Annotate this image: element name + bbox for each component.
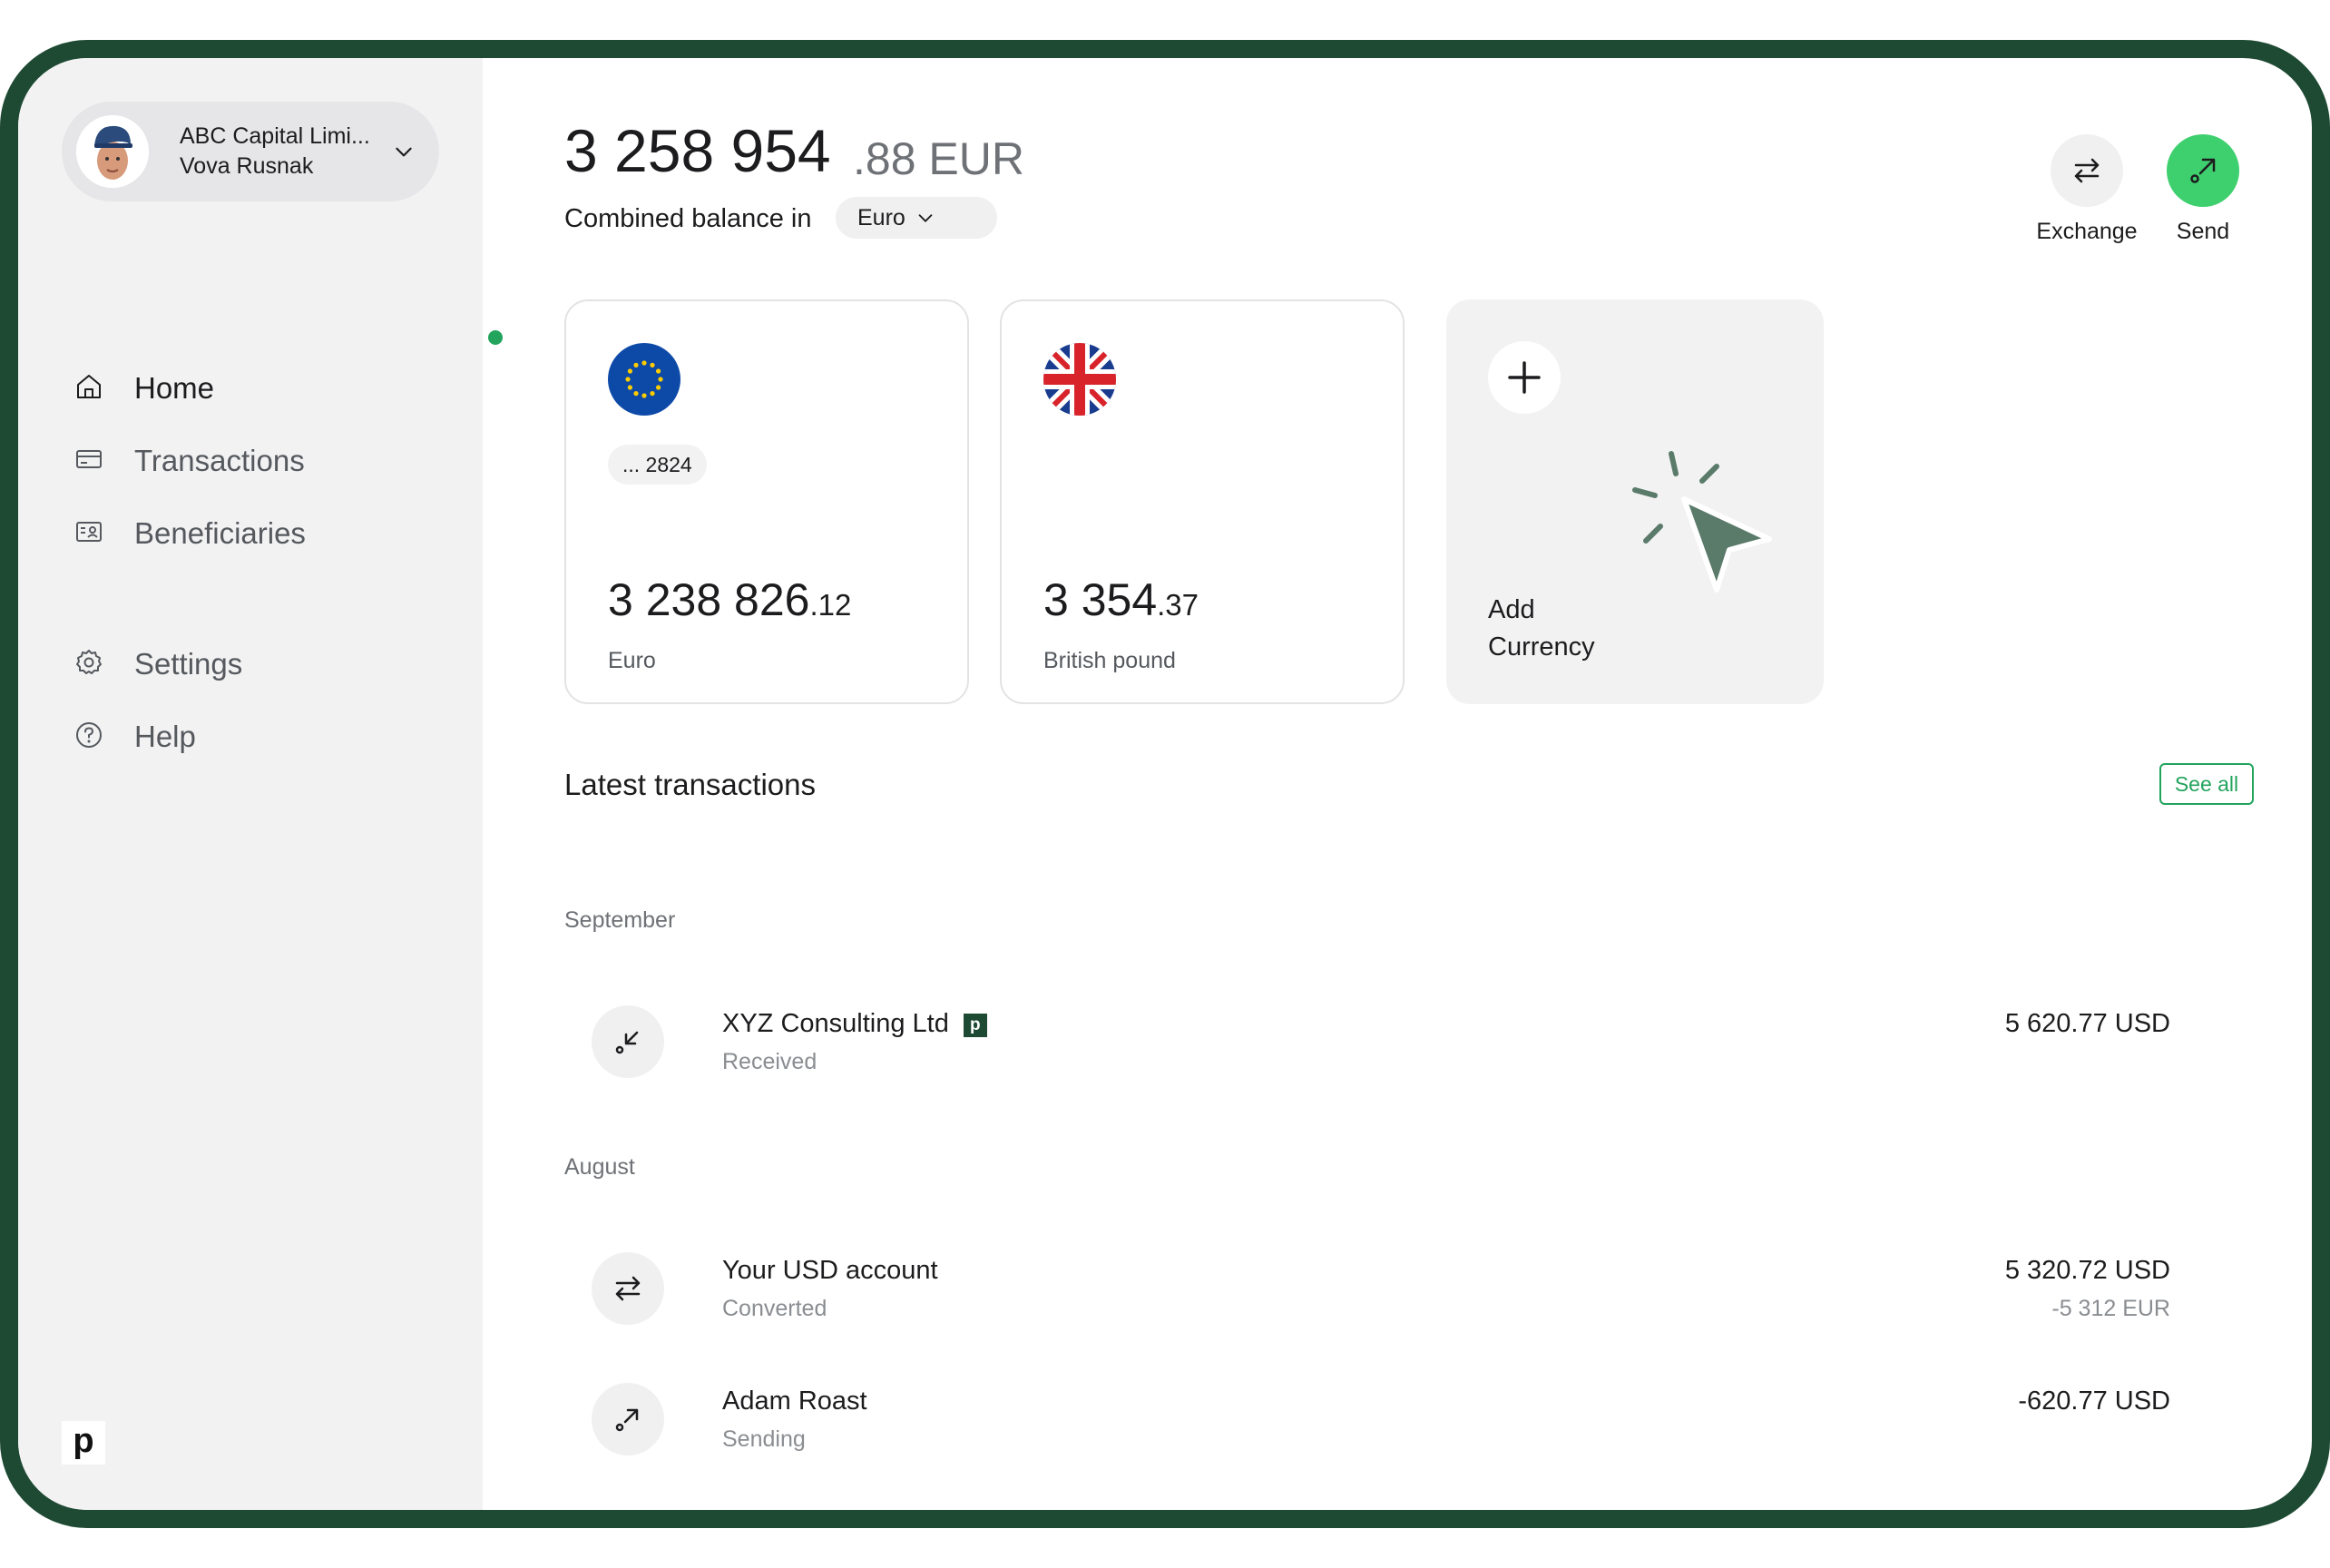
transaction-row[interactable]: XYZ Consulting Ltd p Received 5 620.77 US… [592,1005,2170,1096]
card-balance: 3 354.37 [1043,573,1199,626]
transaction-status: Converted [722,1296,827,1321]
sidebar-item-label: Home [134,371,215,405]
sidebar-item-home[interactable]: Home [74,359,455,414]
chevron-down-icon [396,147,412,157]
sidebar-item-label: Settings [134,647,243,681]
sidebar-item-settings[interactable]: Settings [74,635,455,690]
transaction-amount: -620.77 USD [2018,1387,2170,1416]
month-heading: August [564,1154,635,1180]
currency-card-gbp[interactable]: 3 354.37 British pound [1000,299,1405,704]
exchange-button[interactable] [2051,134,2123,207]
transaction-amount: 5 620.77 USD [2004,1009,2170,1038]
uk-flag-icon [1043,343,1116,416]
transaction-converted-amount: -5 312 EUR [2051,1296,2170,1321]
received-arrow-icon [615,1031,639,1054]
currency-select-value: Euro [857,205,906,230]
card-currency-name: Euro [608,648,656,673]
transaction-status: Sending [722,1426,806,1452]
exchange-arrows-icon [2074,158,2100,183]
exchange-arrows-icon [615,1276,641,1301]
card-balance-integer: 3 238 826 [608,574,810,625]
add-currency-card[interactable]: Add Currency [1446,299,1824,704]
transaction-status: Received [722,1049,817,1074]
transaction-name: XYZ Consulting Ltd p [722,1009,987,1039]
plus-icon [1488,341,1561,414]
transaction-name: Adam Roast [722,1387,867,1416]
combined-balance-label: Combined balance in [564,204,812,233]
card-balance-decimal: .37 [1157,588,1199,622]
see-all-button[interactable]: See all [2159,763,2254,805]
balance-integer: 3 258 954 [564,117,831,184]
add-currency-line2: Currency [1488,632,1595,662]
account-company-name: ABC Capital Limi... [180,123,370,149]
add-currency-label: Add Currency [1488,592,1595,666]
transaction-row[interactable]: Samuel Johnson -5 320.72 EUR [592,1514,2170,1528]
card-balance: 3 238 826.12 [608,573,851,626]
transaction-icon [592,1514,664,1528]
brand-badge: p [963,1014,987,1037]
transaction-name: Your USD account [722,1256,938,1285]
transaction-amount: 5 320.72 USD [2004,1256,2170,1285]
card-icon [76,450,102,468]
app-window: ABC Capital Limi... Vova Rusnak Home Tra… [0,40,2330,1528]
sidebar-item-help[interactable]: Help [74,708,455,762]
transaction-name-text: XYZ Consulting Ltd [722,1009,949,1038]
gear-icon [76,650,102,674]
sidebar-item-label: Help [134,720,196,753]
currency-card-eur[interactable]: ... 2824 3 238 826.12 Euro [564,299,969,704]
sidebar: ABC Capital Limi... Vova Rusnak Home Tra… [18,58,483,1510]
card-currency-name: British pound [1043,648,1176,673]
send-label: Send [2176,219,2230,244]
account-switcher[interactable]: ABC Capital Limi... Vova Rusnak [62,102,439,201]
add-currency-line1: Add [1488,595,1535,624]
sidebar-item-beneficiaries[interactable]: Beneficiaries [74,505,455,559]
account-user-name: Vova Rusnak [180,153,314,179]
transaction-icon [592,1005,664,1078]
sidebar-item-transactions[interactable]: Transactions [74,432,455,486]
latest-transactions-title: Latest transactions [564,768,816,801]
card-balance-decimal: .12 [809,588,852,622]
chevron-down-icon [918,214,933,222]
cursor-click-icon [1632,451,1772,593]
send-arrow-icon [615,1408,639,1432]
transaction-row[interactable]: Adam Roast Sending -620.77 USD [592,1383,2170,1474]
transaction-icon [592,1383,664,1455]
avatar [76,115,149,188]
send-arrow-icon [2190,158,2216,183]
sidebar-item-label: Transactions [134,444,305,477]
transaction-name: Samuel Johnson [722,1517,918,1528]
transaction-icon [592,1252,664,1325]
help-icon [76,722,102,748]
send-button[interactable] [2167,134,2239,207]
transaction-amount: -5 320.72 EUR [1996,1517,2170,1528]
sidebar-item-label: Beneficiaries [134,516,306,550]
contact-card-icon [76,522,102,542]
currency-select[interactable]: Euro [836,197,997,239]
main-content: 3 258 954 .88 EUR Combined balance in Eu… [483,58,2312,1510]
brand-logo: p [62,1421,105,1465]
month-heading: September [564,907,676,933]
balance-decimal: .88 EUR [853,133,1024,184]
eu-flag-icon [608,343,680,416]
card-balance-integer: 3 354 [1043,574,1158,625]
transaction-row[interactable]: Your USD account Converted 5 320.72 USD … [592,1252,2170,1343]
account-number-badge: ... 2824 [608,445,707,485]
home-icon [77,375,101,398]
